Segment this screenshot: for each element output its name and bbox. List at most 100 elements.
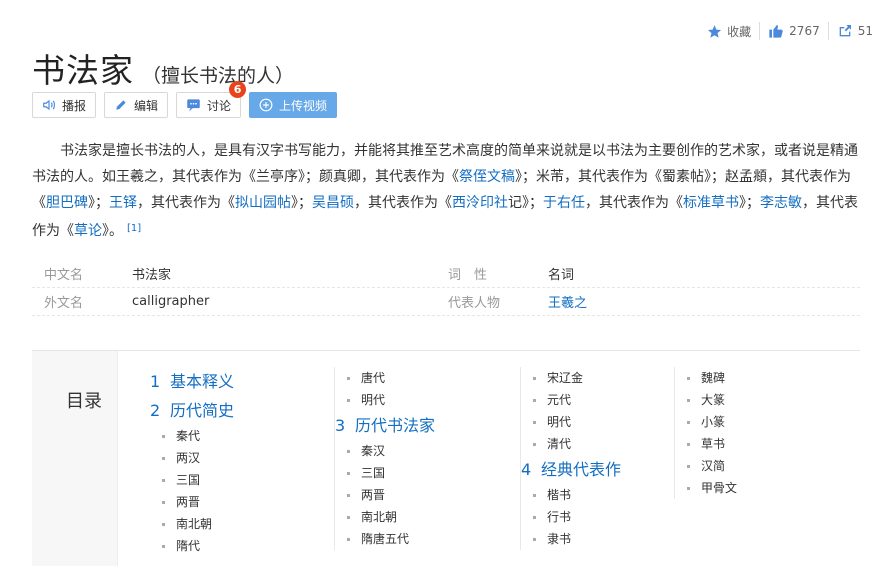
page-title: 书法家 (32, 51, 134, 90)
catalog-subitem-link[interactable]: 秦汉 (335, 440, 435, 462)
catalog-subitem-link[interactable]: 楷书 (521, 484, 621, 506)
catalog-subitem-link[interactable]: 草书 (675, 433, 737, 455)
section-label: 经典代表作 (541, 460, 622, 479)
catalog-subitem-link[interactable]: 汉简 (675, 455, 737, 477)
catalog-subitem-link[interactable]: 甲骨文 (675, 477, 737, 499)
discuss-label: 讨论 (207, 98, 232, 113)
catalog-subitem-link[interactable]: 隋唐五代 (335, 528, 435, 550)
link-lizhimin[interactable]: 李志敏 (760, 195, 802, 211)
catalog-subitem-link[interactable]: 隋代 (150, 535, 234, 557)
star-icon (707, 24, 722, 39)
link-danbabei[interactable]: 胆巴碑 (46, 195, 88, 211)
catalog-subitem-link[interactable]: 唐代 (335, 367, 435, 389)
catalog-subitem-link[interactable]: 明代 (521, 411, 621, 433)
summary-paragraph: 书法家是擅长书法的人，是具有汉字书写能力，并能将其推至艺术高度的简单来说就是以书… (32, 138, 860, 244)
catalog-subitem-link[interactable]: 行书 (521, 506, 621, 528)
toolbar: 播报 编辑 讨论 6 上传视频 (32, 81, 338, 118)
like-count: 2767 (789, 24, 820, 38)
plus-circle-icon (259, 98, 273, 112)
discuss-count-badge: 6 (229, 81, 247, 98)
upload-video-button[interactable]: 上传视频 (249, 92, 338, 118)
catalog-section-link[interactable]: 3 历代书法家 (335, 411, 435, 440)
catalog-subitem-link[interactable]: 两汉 (150, 447, 234, 469)
share-button[interactable]: 51 (829, 23, 881, 39)
catalog-subitem-link[interactable]: 南北朝 (335, 506, 435, 528)
catalog-subitem-link[interactable]: 隶书 (521, 528, 621, 550)
catalog-column: 魏碑 大篆 小篆 草书 汉简 甲骨文 (674, 367, 737, 499)
link-jizhiwengao[interactable]: 祭侄文稿 (459, 169, 515, 185)
discuss-button[interactable]: 讨论 6 (176, 81, 247, 118)
link-nishanyuantie[interactable]: 拟山园帖 (235, 195, 291, 211)
summary-text: 》； (88, 195, 109, 211)
section-number: 3 (335, 416, 346, 435)
link-caolun[interactable]: 草论 (74, 223, 102, 239)
edit-label: 编辑 (134, 98, 159, 113)
thumbs-up-icon (768, 23, 784, 39)
catalog-subitem-link[interactable]: 明代 (335, 389, 435, 411)
title-row: 书法家 （擅长书法的人） (32, 44, 294, 92)
catalog-column: 唐代 明代 3 历代书法家 秦汉 三国 两晋 南北朝 隋唐五代 (334, 367, 435, 550)
catalog-subitem-link[interactable]: 清代 (521, 433, 621, 455)
share-count: 51 (857, 24, 873, 38)
info-row: 外文名 calligrapher 代表人物 王羲之 (32, 288, 860, 316)
info-value-link[interactable]: 王羲之 (548, 292, 587, 311)
catalog-subitem-link[interactable]: 小篆 (675, 411, 737, 433)
favorite-button[interactable]: 收藏 (699, 23, 759, 40)
info-key: 代表人物 (448, 296, 501, 311)
chat-icon (186, 98, 201, 112)
summary-text: 》； (739, 195, 760, 211)
catalog-subitem-link[interactable]: 宋辽金 (521, 367, 621, 389)
info-key: 词 性 (448, 268, 488, 283)
basic-info-table: 中文名 书法家 词 性 名词 外文名 calligrapher 代表人物 王羲之 (32, 260, 860, 316)
summary-text: 》； (291, 195, 312, 211)
summary-text: ，其代表作为《 (354, 195, 452, 211)
section-label: 历代简史 (170, 401, 235, 420)
info-value: calligrapher (132, 294, 210, 309)
link-yuyouren[interactable]: 于右任 (543, 195, 585, 211)
catalog-column: 1 基本释义 2 历代简史 秦代 两汉 三国 两晋 南北朝 隋代 (150, 367, 234, 557)
catalog-subitem-link[interactable]: 三国 (150, 469, 234, 491)
catalog-subitem-link[interactable]: 三国 (335, 462, 435, 484)
share-icon (837, 23, 853, 39)
summary-text: ，其代表作为《 (137, 195, 235, 211)
info-value: 名词 (548, 268, 575, 283)
reference-link[interactable]: [1] (127, 223, 141, 234)
section-label: 基本释义 (170, 372, 235, 391)
catalog-subitem-link[interactable]: 两晋 (335, 484, 435, 506)
pencil-icon (114, 98, 128, 112)
broadcast-button[interactable]: 播报 (32, 92, 97, 118)
upload-video-label: 上传视频 (279, 98, 328, 113)
summary-text: 》。 (102, 223, 123, 239)
info-row: 中文名 书法家 词 性 名词 (32, 260, 860, 288)
section-label: 历代书法家 (355, 416, 436, 435)
catalog-subitem-link[interactable]: 元代 (521, 389, 621, 411)
page-subtitle: （擅长书法的人） (142, 65, 295, 87)
catalog-label: 目录 (66, 391, 102, 412)
summary-text: 记》； (508, 195, 543, 211)
catalog-subitem-link[interactable]: 魏碑 (675, 367, 737, 389)
catalog-subitem-link[interactable]: 大篆 (675, 389, 737, 411)
link-xilingyinshe[interactable]: 西泠印社 (452, 195, 508, 211)
catalog-label-panel: 目录 (32, 351, 118, 566)
favorite-label: 收藏 (727, 24, 752, 39)
link-biaozhuncaoshu[interactable]: 标准草书 (683, 195, 739, 211)
catalog-section-link[interactable]: 4 经典代表作 (521, 455, 621, 484)
like-button[interactable]: 2767 (760, 23, 828, 39)
catalog-section-link[interactable]: 2 历代简史 (150, 396, 234, 425)
catalog: 目录 1 基本释义 2 历代简史 秦代 两汉 三国 两晋 南北朝 隋代 唐代 明代 … (32, 350, 860, 566)
catalog-subitem-link[interactable]: 南北朝 (150, 513, 234, 535)
edit-button[interactable]: 编辑 (104, 92, 169, 118)
catalog-section-link[interactable]: 1 基本释义 (150, 367, 234, 396)
info-value: 书法家 (132, 268, 172, 283)
broadcast-label: 播报 (62, 98, 87, 113)
article-actions: 收藏 2767 51 (699, 22, 881, 40)
catalog-subitem-link[interactable]: 秦代 (150, 425, 234, 447)
summary-text: ，其代表作为《 (585, 195, 683, 211)
info-key: 外文名 (44, 296, 84, 311)
catalog-subitem-link[interactable]: 两晋 (150, 491, 234, 513)
link-wuchangshuo[interactable]: 吴昌硕 (312, 195, 354, 211)
link-wangduo[interactable]: 王铎 (109, 195, 137, 211)
info-key: 中文名 (44, 268, 84, 283)
catalog-column: 宋辽金 元代 明代 清代 4 经典代表作 楷书 行书 隶书 (520, 367, 621, 550)
speaker-icon (42, 98, 56, 112)
